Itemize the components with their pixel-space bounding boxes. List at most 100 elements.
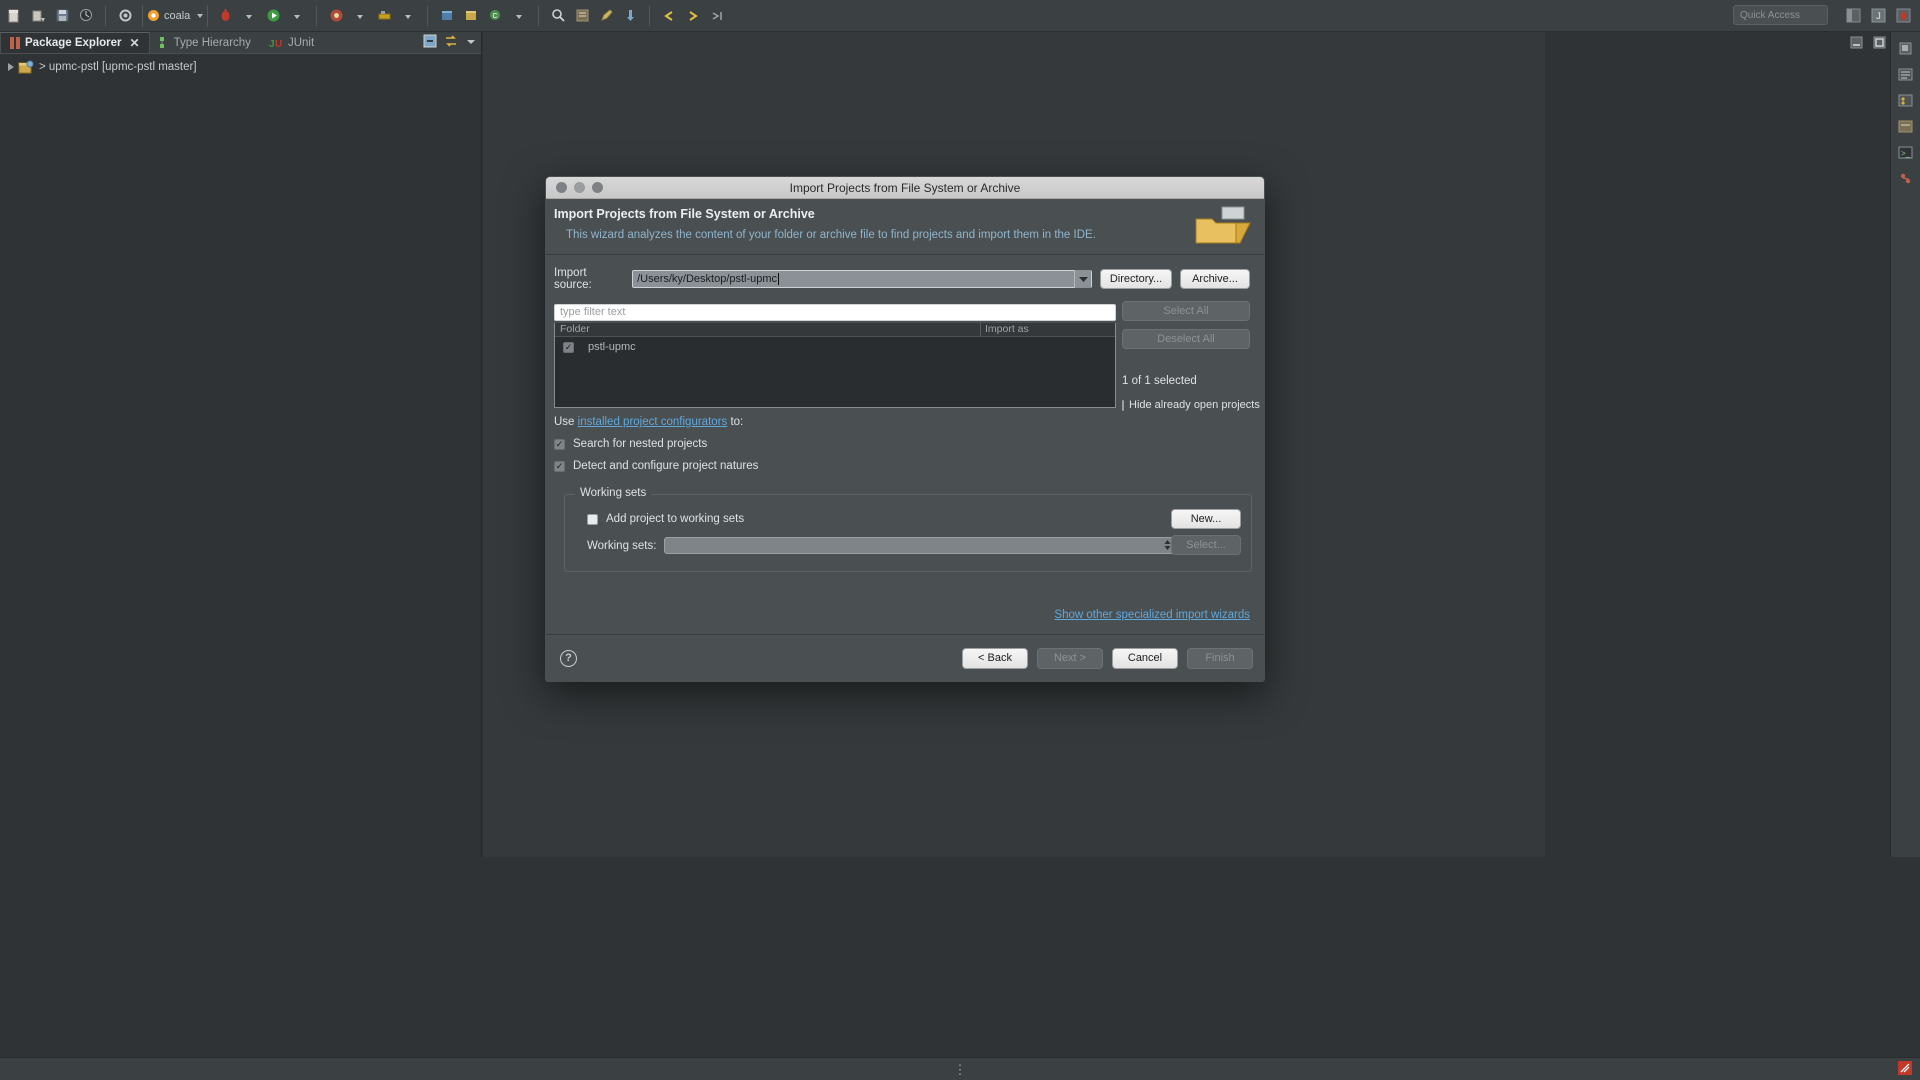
svg-text:J: J [269,39,275,49]
collapse-all-icon[interactable] [423,34,437,53]
option-detect-natures[interactable]: ✓ Detect and configure project natures [554,460,1250,472]
run-icon[interactable] [262,5,284,27]
forward-icon[interactable] [682,5,704,27]
new-class-dropdown-icon[interactable] [508,5,530,27]
hide-already-open-row[interactable]: Hide already open projects [1122,399,1260,411]
edit-icon[interactable] [595,5,617,27]
tab-package-explorer[interactable]: Package Explorer ✕ [0,32,150,53]
new-package-icon[interactable] [460,5,482,27]
coverage-dropdown-icon[interactable] [349,5,371,27]
working-sets-dropdown[interactable] [664,537,1177,554]
next-button[interactable]: Next > [1037,647,1103,669]
dialog-window-title: Import Projects from File System or Arch… [789,180,1021,195]
search-icon[interactable] [547,5,569,27]
row-checkbox[interactable]: ✓ [563,341,574,353]
next-annotation-icon[interactable] [706,5,728,27]
java-perspective-icon[interactable]: J [1867,4,1889,26]
chevron-down-icon[interactable] [197,13,204,18]
column-header-folder[interactable]: Folder [555,323,980,336]
task-list-icon[interactable] [1895,90,1917,110]
column-header-import-as[interactable]: Import as [980,323,1115,336]
status-bar: ⋮ [0,1057,1920,1080]
tree-item-project[interactable]: > upmc-pstl [upmc-pstl master] [0,58,481,76]
tab-type-hierarchy[interactable]: Type Hierarchy [150,32,260,53]
import-source-input[interactable]: /Users/ky/Desktop/pstl-upmc [632,270,1093,288]
tree-item-label: > upmc-pstl [upmc-pstl master] [39,61,197,73]
print-icon[interactable] [75,5,97,27]
window-minmax-controls [1850,36,1886,54]
resize-grip-icon[interactable] [1898,1061,1912,1080]
archive-button[interactable]: Archive... [1180,269,1250,289]
quick-access-input[interactable]: Quick Access [1733,5,1828,25]
pin-icon[interactable] [619,5,641,27]
filter-text-input[interactable]: type filter text [554,304,1116,321]
help-icon[interactable]: ? [560,649,577,667]
toolbar-group-java: C [433,0,533,31]
status-overflow-icon[interactable]: ⋮ [954,1062,967,1078]
chevron-right-icon[interactable] [8,63,14,71]
git-repositories-icon[interactable] [1895,168,1917,188]
hide-already-open-checkbox[interactable] [1122,399,1124,411]
show-other-import-wizards-link[interactable]: Show other specialized import wizards [1054,609,1250,621]
type-hierarchy-icon [159,36,164,48]
configurators-line: Use installed project configurators to: [554,416,1250,428]
new-file-icon[interactable] [3,5,25,27]
save-icon[interactable] [51,5,73,27]
search-nested-checkbox[interactable]: ✓ [554,438,565,450]
tab-junit[interactable]: JU JUnit [260,32,323,53]
hide-already-open-label: Hide already open projects [1129,399,1260,411]
new-working-set-button[interactable]: New... [1171,509,1241,529]
properties-view-icon[interactable] [1895,116,1917,136]
outline-view-icon[interactable] [1895,64,1917,84]
select-working-set-button[interactable]: Select... [1171,535,1241,555]
open-type-icon[interactable] [571,5,593,27]
option-search-nested[interactable]: ✓ Search for nested projects [554,438,1250,450]
run-dropdown-icon[interactable] [286,5,308,27]
chevron-down-icon[interactable] [1074,270,1092,288]
projects-table[interactable]: Folder Import as ✓ pstl-upmc [554,323,1116,408]
new-wizard-dropdown-icon[interactable] [27,5,49,27]
console-view-icon[interactable]: >_ [1895,142,1917,162]
dialog-heading: Import Projects from File System or Arch… [554,207,815,221]
installed-project-configurators-link[interactable]: installed project configurators [578,416,728,428]
debug-dropdown-icon[interactable] [238,5,260,27]
back-icon[interactable] [658,5,680,27]
view-menu-icon[interactable] [465,34,477,53]
debug-perspective-icon[interactable] [1892,4,1914,26]
finish-button[interactable]: Finish [1187,647,1253,669]
restore-icon[interactable] [1895,38,1917,58]
working-sets-group-title: Working sets [575,487,652,499]
toolbar-separator [105,5,106,26]
coverage-icon[interactable] [325,5,347,27]
select-all-button[interactable]: Select All [1122,301,1250,321]
new-java-project-icon[interactable] [436,5,458,27]
minimize-icon[interactable] [1850,36,1863,54]
add-to-working-sets-row[interactable]: Add project to working sets [565,495,1251,525]
coala-label: coala [164,9,191,22]
toolbar-separator-2 [316,5,318,26]
external-tools-dropdown-icon[interactable] [397,5,419,27]
text-cursor [778,273,780,285]
cancel-button[interactable]: Cancel [1112,647,1178,669]
link-with-editor-icon[interactable] [444,34,458,53]
add-to-working-sets-label: Add project to working sets [606,513,745,525]
svg-text:C: C [492,13,497,20]
close-icon[interactable]: ✕ [130,36,140,50]
table-row[interactable]: ✓ pstl-upmc [555,339,1115,355]
debug-icon[interactable] [214,5,236,27]
open-perspective-icon[interactable] [1842,4,1864,26]
dialog-titlebar[interactable]: Import Projects from File System or Arch… [546,177,1264,199]
back-button[interactable]: < Back [962,647,1028,669]
new-class-icon[interactable]: C [484,5,506,27]
external-tools-icon[interactable] [373,5,395,27]
add-to-working-sets-checkbox[interactable] [587,513,598,525]
detect-natures-checkbox[interactable]: ✓ [554,460,565,472]
toolbar-group-coverage [322,0,422,31]
dialog-description: This wizard analyzes the content of your… [566,229,1096,241]
coala-toolbar-item[interactable]: coala [142,4,209,27]
settings-gear-icon[interactable] [114,5,136,27]
configurators-suffix: to: [727,416,744,428]
deselect-all-button[interactable]: Deselect All [1122,329,1250,349]
maximize-icon[interactable] [1873,36,1886,54]
directory-button[interactable]: Directory... [1100,269,1172,289]
